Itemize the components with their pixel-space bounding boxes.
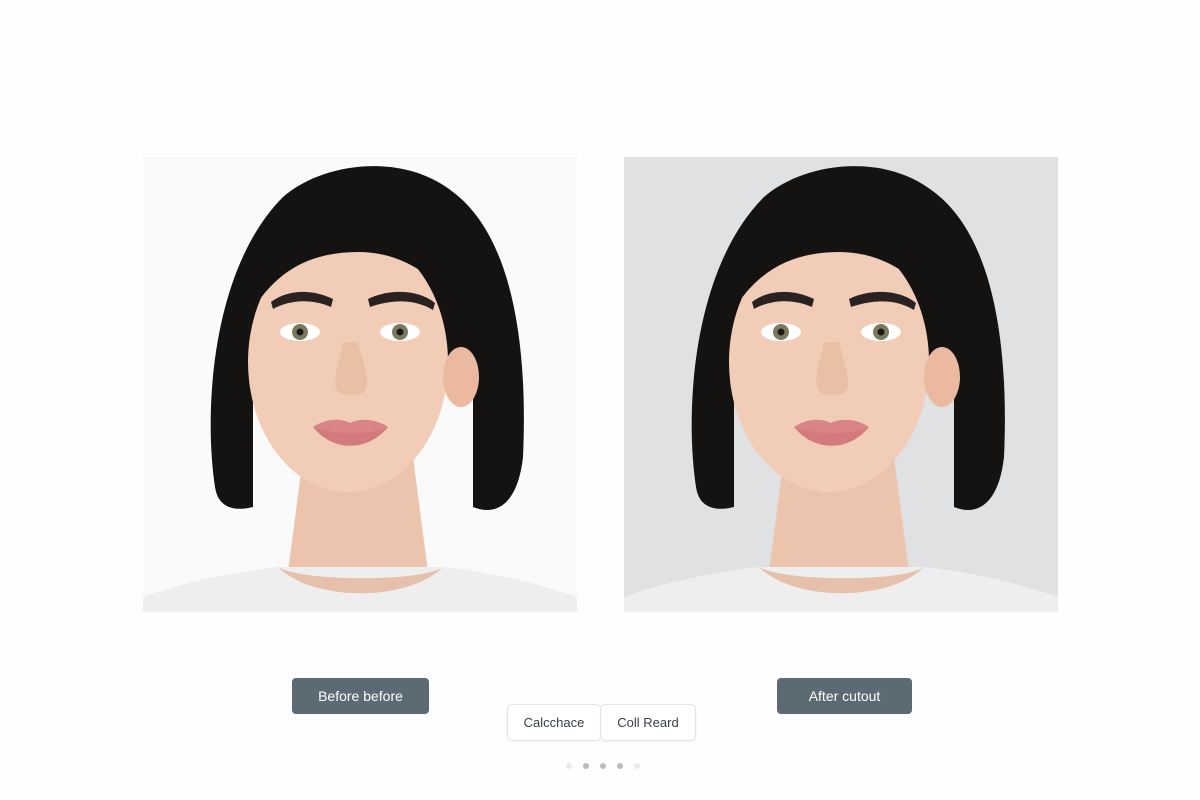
pagination-dots xyxy=(566,762,640,770)
after-label-button[interactable]: After cutout xyxy=(777,678,912,714)
coll-reard-button[interactable]: Coll Reard xyxy=(600,704,696,741)
page-dot-2[interactable] xyxy=(583,763,589,769)
before-image-panel xyxy=(143,157,577,612)
page-dot-1[interactable] xyxy=(566,763,572,769)
calcchace-label: Calcchace xyxy=(523,715,585,730)
before-label-button[interactable]: Before before xyxy=(292,678,429,714)
coll-reard-label: Coll Reard xyxy=(617,715,679,730)
calcchace-button[interactable]: Calcchace xyxy=(507,704,601,741)
page-dot-4[interactable] xyxy=(617,763,623,769)
portrait-after-image xyxy=(624,157,1058,612)
after-label-text: After cutout xyxy=(808,688,881,704)
page-dot-5[interactable] xyxy=(634,763,640,769)
before-label-text: Before before xyxy=(318,688,403,704)
portrait-before-image xyxy=(143,157,577,612)
page-dot-3[interactable] xyxy=(600,763,606,769)
after-image-panel xyxy=(624,157,1058,612)
comparison-stage: Before before After cutout Calcchace Col… xyxy=(0,0,1200,800)
